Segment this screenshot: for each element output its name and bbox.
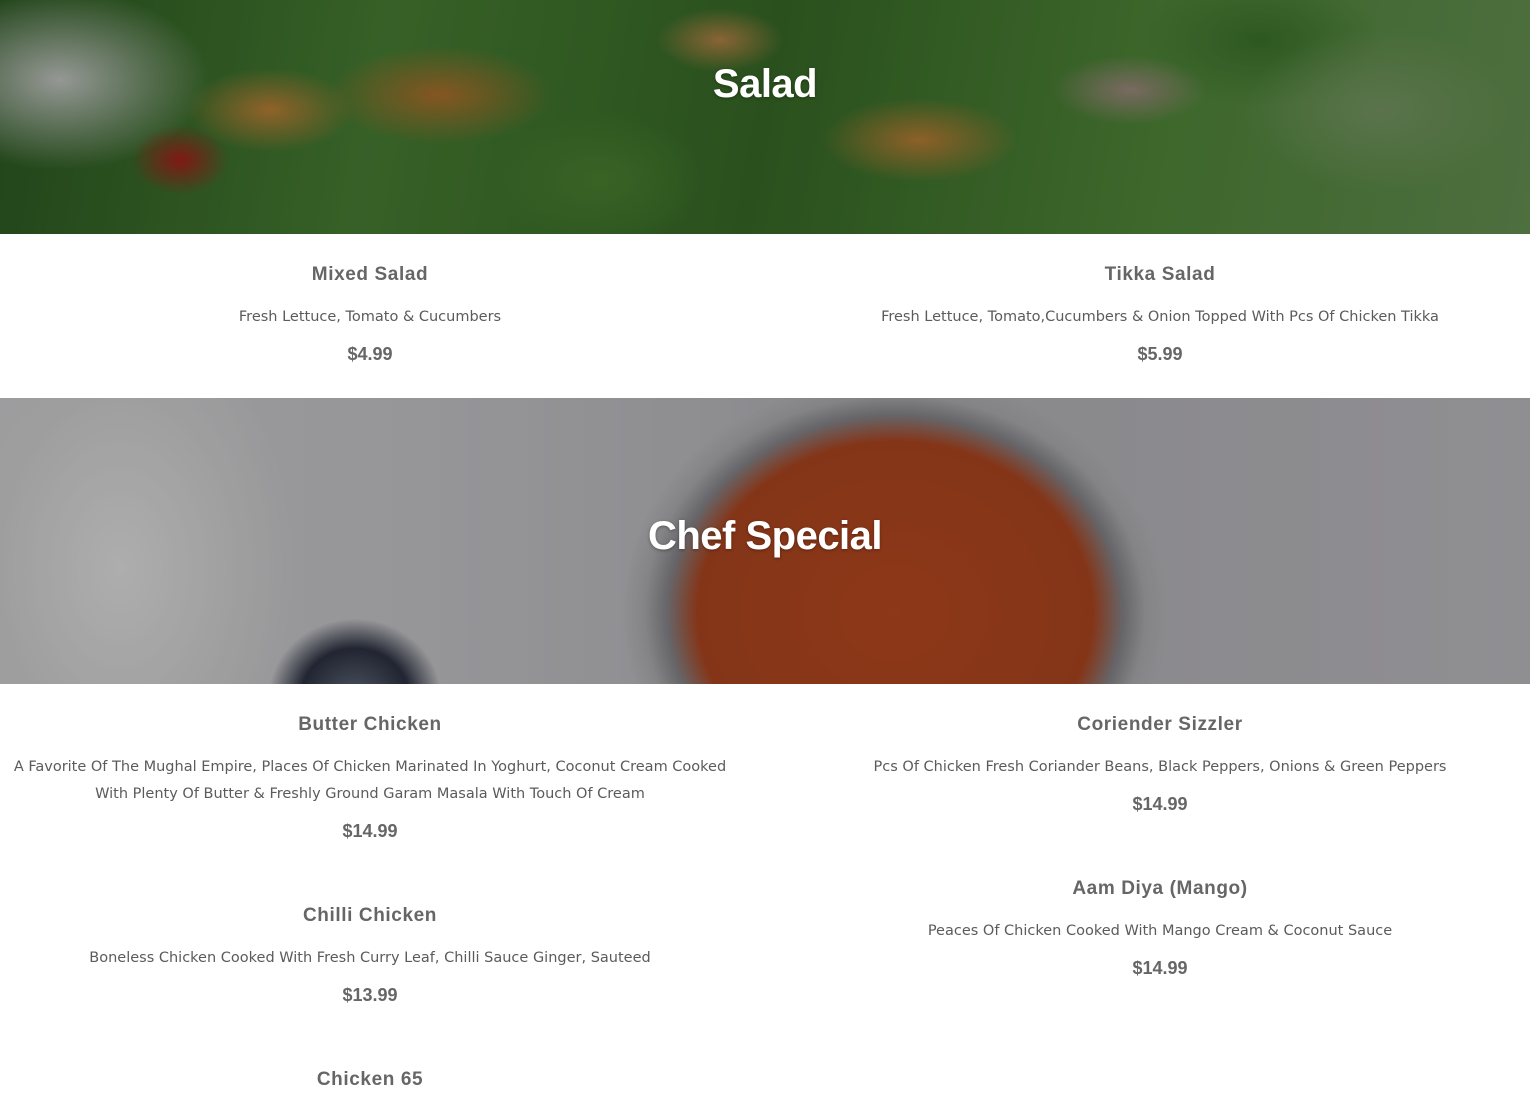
chef-special-banner: Chef Special	[0, 398, 1530, 684]
menu-item-price: $14.99	[1132, 794, 1188, 814]
menu-item-price: $5.99	[1137, 344, 1183, 364]
menu-item-chicken-65: Chicken 65	[0, 1068, 740, 1092]
menu-item-tikka-salad: Tikka Salad Fresh Lettuce, Tomato,Cucumb…	[790, 263, 1530, 365]
menu-item-name: Chilli Chicken	[302, 905, 438, 926]
menu-item-price: $14.99	[342, 821, 398, 841]
menu-item-butter-chicken: Butter Chicken A Favorite Of The Mughal …	[0, 713, 740, 842]
menu-item-coriender-sizzler: Coriender Sizzler Pcs Of Chicken Fresh C…	[790, 713, 1530, 815]
menu-item-description: Pcs Of Chicken Fresh Coriander Beans, Bl…	[873, 759, 1447, 775]
menu-item-name: Chicken 65	[316, 1069, 424, 1090]
section-title-salad: Salad	[712, 62, 818, 106]
salad-banner: Salad	[0, 0, 1530, 234]
menu-item-name: Butter Chicken	[298, 714, 442, 735]
menu-item-description: Fresh Lettuce, Tomato,Cucumbers & Onion …	[881, 309, 1439, 325]
menu-item-description: Boneless Chicken Cooked With Fresh Curry…	[89, 950, 651, 966]
section-title-chef-special: Chef Special	[647, 514, 883, 558]
menu-item-price: $14.99	[1132, 958, 1188, 978]
menu-item-name: Aam Diya (Mango)	[1072, 878, 1248, 899]
menu-item-description: Fresh Lettuce, Tomato & Cucumbers	[238, 309, 502, 325]
menu-item-name: Tikka Salad	[1104, 264, 1216, 285]
menu-item-price: $4.99	[347, 344, 393, 364]
menu-item-chilli-chicken: Chilli Chicken Boneless Chicken Cooked W…	[0, 904, 740, 1006]
menu-item-name: Mixed Salad	[311, 264, 429, 285]
menu-item-price: $13.99	[342, 985, 398, 1005]
menu-item-mixed-salad: Mixed Salad Fresh Lettuce, Tomato & Cucu…	[0, 263, 740, 365]
menu-item-description: Peaces Of Chicken Cooked With Mango Crea…	[927, 923, 1393, 939]
menu-item-aam-diya: Aam Diya (Mango) Peaces Of Chicken Cooke…	[790, 877, 1530, 979]
menu-item-description: A Favorite Of The Mughal Empire, Places …	[13, 759, 727, 802]
menu-item-name: Coriender Sizzler	[1077, 714, 1243, 735]
